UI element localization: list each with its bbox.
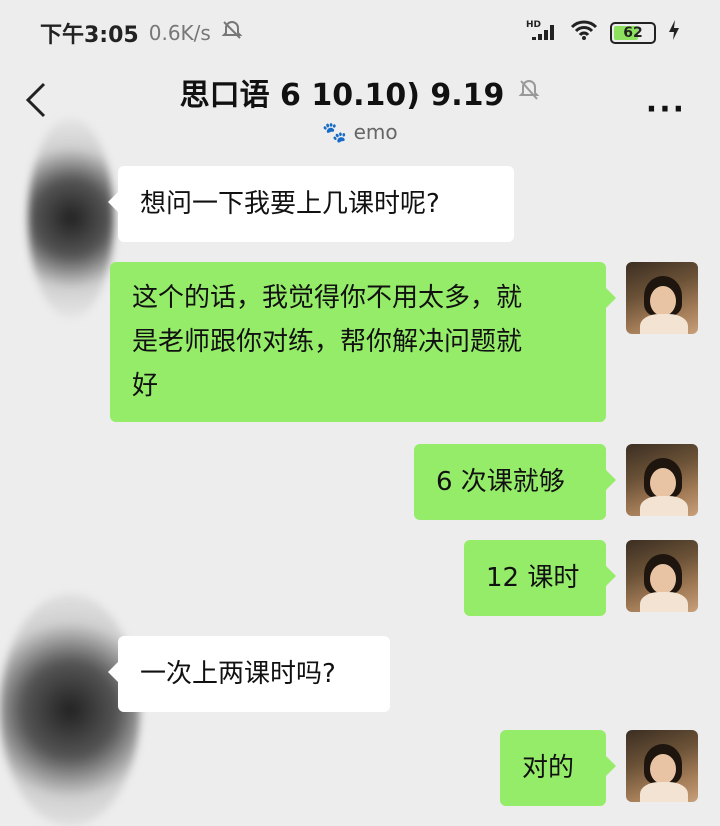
signal-icon: HD <box>524 18 558 48</box>
message-line: 这个的话，我觉得你不用太多，就 <box>132 283 523 313</box>
chat-title-area[interactable]: 思口语 6 10.10) 9.19 🐾 emo <box>0 70 720 144</box>
message-bubble-outgoing[interactable]: 12 课时 <box>464 540 616 616</box>
message-bubble-outgoing[interactable]: 这个的话，我觉得你不用太多，就 是老师跟你对练，帮你解决问题就 好 <box>110 262 616 422</box>
chat-subtitle-text: emo <box>353 120 398 144</box>
chat-header: 思口语 6 10.10) 9.19 🐾 emo ··· <box>0 66 720 144</box>
charging-icon <box>668 19 680 47</box>
contact-avatar[interactable] <box>28 118 114 318</box>
alarm-muted-icon <box>221 19 243 47</box>
message-text: 一次上两课时吗? <box>140 659 336 689</box>
user-avatar[interactable] <box>626 262 698 334</box>
message-text: 对的 <box>522 753 575 783</box>
battery-percent: 62 <box>623 25 643 41</box>
user-avatar[interactable] <box>626 540 698 612</box>
status-left: 下午3:05 0.6K/s <box>40 17 243 49</box>
status-time: 下午3:05 <box>40 23 139 48</box>
message-line: 好 <box>132 371 159 401</box>
status-bar: 下午3:05 0.6K/s HD 62 <box>0 0 720 66</box>
message-text: 6 次课就够 <box>436 467 565 497</box>
hd-label: HD <box>526 20 541 30</box>
message-bubble-outgoing[interactable]: 对的 <box>500 730 616 806</box>
wifi-icon <box>570 19 598 47</box>
muted-bell-icon <box>518 75 540 110</box>
user-avatar[interactable] <box>626 730 698 802</box>
message-bubble-incoming[interactable]: 一次上两课时吗? <box>108 636 390 712</box>
message-text: 想问一下我要上几课时呢? <box>140 189 440 219</box>
message-bubble-incoming[interactable]: 想问一下我要上几课时呢? <box>108 166 514 242</box>
chat-title: 思口语 6 10.10) 9.19 <box>180 70 541 114</box>
chat-subtitle: 🐾 emo <box>0 120 720 144</box>
message-text: 12 课时 <box>486 563 580 593</box>
battery-icon: 62 <box>610 22 656 44</box>
paw-icon: 🐾 <box>322 120 348 144</box>
network-speed: 0.6K/s <box>148 21 211 45</box>
message-bubble-outgoing[interactable]: 6 次课就够 <box>414 444 616 520</box>
more-icon[interactable]: ··· <box>646 92 686 127</box>
status-right: HD 62 <box>524 18 680 48</box>
message-line: 是老师跟你对练，帮你解决问题就 <box>132 327 523 357</box>
user-avatar[interactable] <box>626 444 698 516</box>
chat-title-text: 思口语 6 10.10) 9.19 <box>179 78 505 113</box>
